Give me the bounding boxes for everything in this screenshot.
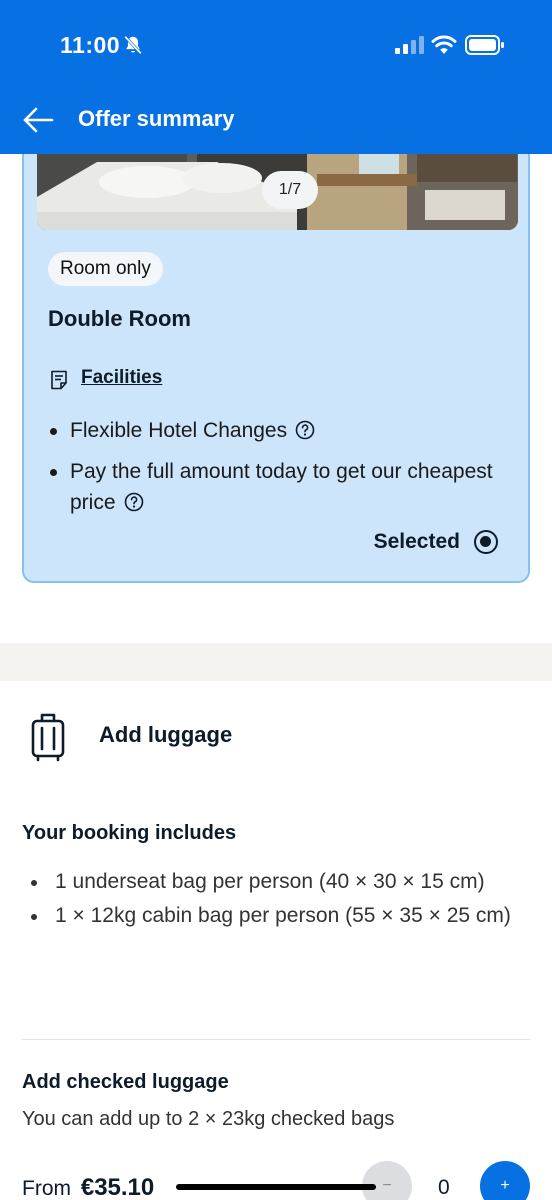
photo-counter: 1/7 — [262, 171, 318, 209]
luggage-section-title: Add luggage — [99, 722, 233, 747]
bell-off-icon — [124, 35, 142, 55]
room-feature-list: Flexible Hotel Changes Pay the full amou… — [48, 415, 508, 528]
decrease-quantity-button[interactable]: − — [362, 1161, 412, 1200]
radio-selected-icon[interactable] — [474, 530, 498, 554]
increase-quantity-button[interactable]: + — [480, 1161, 530, 1200]
board-type-badge: Room only — [48, 252, 163, 286]
checked-luggage-title: Add checked luggage — [22, 1071, 229, 1093]
battery-icon — [465, 35, 504, 55]
page-title: Offer summary — [78, 106, 235, 131]
feature-text: Flexible Hotel Changes — [70, 419, 288, 442]
facilities-icon — [51, 370, 67, 390]
from-price: €35.10 — [80, 1174, 155, 1200]
price-row: From €35.10 — [22, 1174, 154, 1200]
selected-label: Selected — [373, 530, 460, 553]
from-label: From — [22, 1177, 71, 1200]
list-item: 1 underseat bag per person (40 × 30 × 15… — [22, 866, 522, 898]
facilities-link[interactable]: Facilities — [81, 367, 162, 389]
booking-includes-title: Your booking includes — [22, 822, 237, 844]
signal-icon — [395, 36, 424, 54]
wifi-icon — [431, 35, 457, 54]
section-divider — [0, 643, 552, 681]
divider — [22, 1039, 530, 1040]
list-item: 1 × 12kg cabin bag per person (55 × 35 ×… — [22, 900, 522, 932]
quantity-value: 0 — [438, 1176, 450, 1199]
booking-includes-list: 1 underseat bag per person (40 × 30 × 15… — [22, 866, 522, 934]
back-arrow-icon[interactable] — [22, 106, 54, 134]
luggage-icon — [31, 713, 65, 762]
room-option-card[interactable]: 1/7 Room only Double Room Facilities Fle… — [22, 110, 530, 583]
status-time: 11:00 — [60, 32, 121, 58]
help-icon[interactable] — [295, 420, 315, 440]
home-indicator — [176, 1184, 376, 1190]
list-item: Pay the full amount today to get our che… — [48, 456, 508, 518]
help-icon[interactable] — [124, 492, 144, 512]
room-name: Double Room — [48, 306, 191, 331]
app-header: 11:00 Offer summary — [0, 0, 552, 154]
checked-luggage-subtitle: You can add up to 2 × 23kg checked bags — [22, 1108, 395, 1130]
list-item: Flexible Hotel Changes — [48, 415, 508, 446]
